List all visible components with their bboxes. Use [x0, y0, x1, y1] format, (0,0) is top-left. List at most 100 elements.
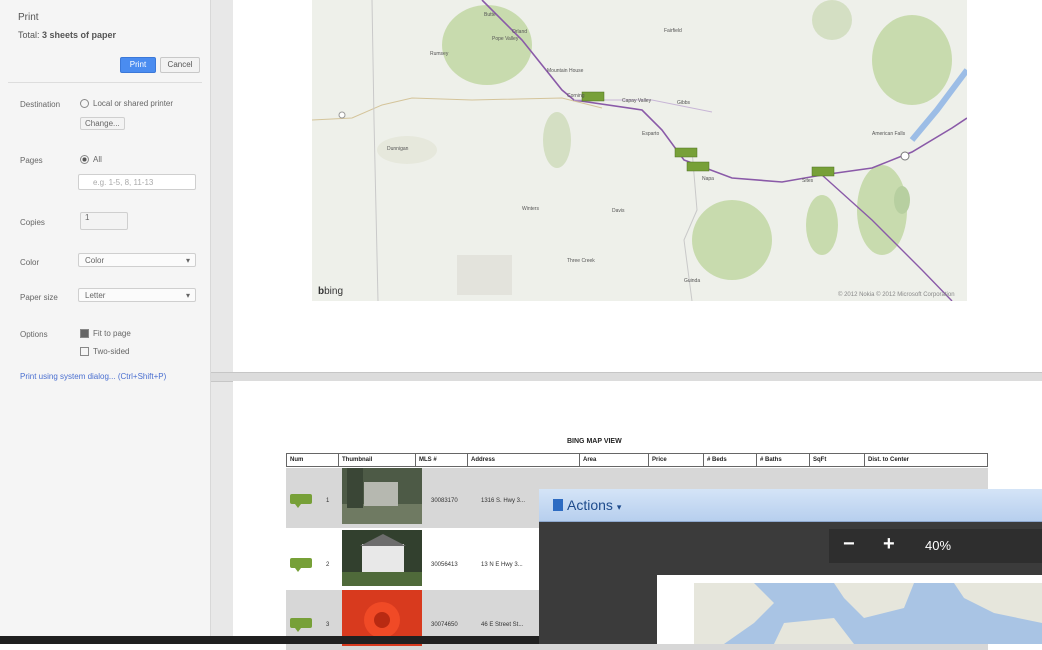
bing-map: Butte Orland Mountain House Corning Fair…: [312, 0, 967, 301]
row-address: 46 E Street St...: [481, 622, 524, 628]
copies-stepper[interactable]: 1: [80, 212, 128, 230]
map-place-label: Corning: [567, 93, 585, 99]
fit-to-page-checkbox[interactable]: Fit to page: [80, 329, 131, 339]
forest-area: [806, 195, 838, 255]
pages-all-option[interactable]: All: [80, 155, 102, 165]
change-destination-button[interactable]: Change...: [80, 117, 125, 130]
pages-label: Pages: [20, 156, 43, 165]
column-header: # Baths: [756, 453, 810, 467]
listing-table-header: Num Thumbnail MLS # Address Area Price #…: [286, 453, 988, 467]
row-number: 2: [326, 562, 330, 568]
highway-shield-icon: [338, 111, 346, 119]
system-dialog-link[interactable]: Print using system dialog... (Ctrl+Shift…: [20, 372, 166, 381]
printer-icon: [80, 99, 89, 109]
column-header: Dist. to Center: [864, 453, 988, 467]
dropdown-arrow-icon: ▾: [185, 256, 190, 265]
map-place-label: Capay Valley: [622, 98, 652, 104]
radio-icon: [80, 155, 89, 165]
forest-area: [872, 15, 952, 105]
cancel-button[interactable]: Cancel: [160, 57, 200, 73]
map-place-label: Davis: [612, 208, 625, 214]
column-header: Area: [579, 453, 649, 467]
two-sided-checkbox[interactable]: Two-sided: [80, 347, 129, 357]
color-label: Color: [20, 258, 40, 267]
map-place-label: Fairfield: [664, 28, 682, 34]
pdf-viewer-window[interactable]: Actions ▾ − + 40%: [539, 489, 1042, 644]
destination-label: Destination: [20, 100, 61, 109]
urban-area: [457, 255, 512, 295]
map-pin-icon: [290, 494, 312, 508]
highway-shield-icon: [900, 151, 910, 161]
column-header: SqFt: [809, 453, 865, 467]
map-place-label: Butte: [484, 12, 496, 18]
map-place-label: Three Creek: [567, 258, 595, 264]
map-place-label: Pope Valley: [492, 36, 519, 42]
map-pin-icon: [686, 161, 710, 172]
row-address: 1316 S. Hwy 3...: [481, 498, 526, 504]
viewer-map-thumbnail: [694, 583, 1042, 644]
map-place-label: Winters: [522, 206, 539, 212]
map-place-label: Esparto: [642, 131, 659, 137]
map-place-label: Gibbs: [677, 100, 691, 106]
forest-area: [543, 112, 571, 168]
zoom-level: 40%: [925, 538, 952, 553]
map-place-label: Mountain House: [547, 68, 584, 74]
listing-thumbnail: [342, 468, 422, 524]
viewer-toolbar: Actions ▾: [539, 489, 1042, 522]
row-mls: 30083170: [431, 498, 458, 504]
row-mls: 30056413: [431, 562, 458, 568]
map-place-label: Dunnigan: [387, 146, 409, 152]
dropdown-arrow-icon: ▾: [185, 291, 190, 300]
map-pin-icon: [674, 147, 698, 158]
document-icon: [553, 499, 563, 511]
bing-logo: bbing: [318, 286, 344, 297]
forest-area: [812, 0, 852, 40]
print-total: Total: 3 sheets of paper: [18, 30, 116, 40]
row-number: 3: [326, 622, 330, 628]
map-place-label: Napa: [702, 176, 714, 182]
destination-value: Local or shared printer: [80, 99, 173, 109]
forest-area: [894, 186, 910, 214]
zoom-in-button[interactable]: +: [883, 533, 895, 556]
map-pin-icon: [811, 166, 835, 177]
taskbar: [0, 636, 539, 644]
map-pin-icon: [290, 558, 312, 572]
map-place-label: Sites: [802, 178, 814, 184]
row-number: 1: [326, 498, 330, 504]
pages-range-input[interactable]: e.g. 1-5, 8, 11-13: [78, 174, 196, 190]
map-place-label: Orland: [512, 29, 527, 35]
color-select[interactable]: Color ▾: [78, 253, 196, 267]
forest-area: [692, 200, 772, 280]
checkbox-icon: [80, 329, 89, 339]
copies-label: Copies: [20, 218, 45, 227]
column-header: Thumbnail: [338, 453, 416, 467]
map-pin-icon: [290, 618, 312, 632]
map-place-label: American Falls: [872, 131, 906, 137]
listing-thumbnail: [342, 530, 422, 586]
column-header: # Beds: [703, 453, 757, 467]
options-label: Options: [20, 330, 48, 339]
print-button[interactable]: Print: [120, 57, 156, 73]
paper-size-select[interactable]: Letter ▾: [78, 288, 196, 302]
paper-size-label: Paper size: [20, 293, 58, 302]
zoom-controls: − + 40%: [829, 529, 1042, 563]
map-pin-icon: [581, 91, 605, 102]
total-value: 3 sheets of paper: [42, 30, 117, 40]
listing-title: BING MAP VIEW: [567, 438, 622, 445]
column-header: MLS #: [415, 453, 468, 467]
map-place-label: Rumsey: [430, 51, 449, 57]
column-header: Address: [467, 453, 580, 467]
map-copyright: © 2012 Nokia © 2012 Microsoft Corporatio…: [838, 292, 955, 298]
print-settings-sidebar: Print Total: 3 sheets of paper Print Can…: [0, 0, 211, 644]
column-header: Price: [648, 453, 704, 467]
checkbox-icon: [80, 347, 89, 357]
chevron-down-icon: ▾: [616, 502, 622, 512]
actions-menu[interactable]: Actions ▾: [553, 497, 621, 513]
total-prefix: Total:: [18, 30, 40, 40]
map-place-label: Guinda: [684, 278, 700, 284]
zoom-out-button[interactable]: −: [843, 533, 855, 556]
row-address: 13 N E Hwy 3...: [481, 562, 523, 568]
row-mls: 30074650: [431, 622, 458, 628]
print-title: Print: [18, 12, 39, 23]
map-graphic: Butte Orland Mountain House Corning Fair…: [312, 0, 967, 301]
